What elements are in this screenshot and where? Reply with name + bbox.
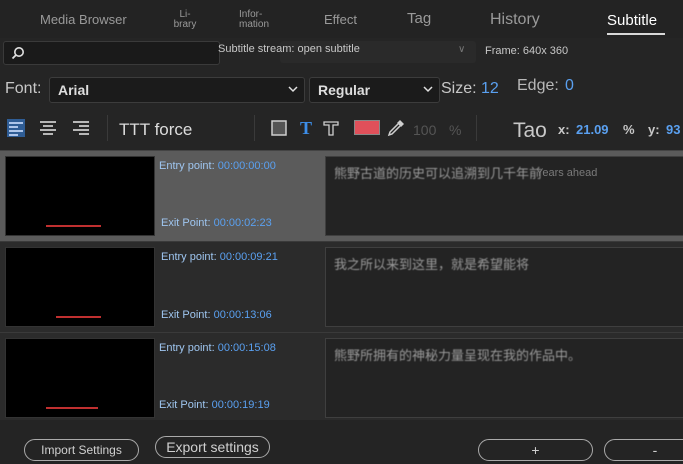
search-input[interactable] xyxy=(3,41,220,65)
tab-media-browser[interactable]: Media Browser xyxy=(40,12,127,27)
edge-label: Edge: xyxy=(517,77,559,94)
eyedropper-icon[interactable] xyxy=(386,118,406,138)
video-thumbnail xyxy=(5,247,155,327)
font-style-value: Regular xyxy=(318,82,371,98)
video-thumbnail xyxy=(5,338,155,418)
exit-point[interactable]: Exit Point: 00:00:02:23 xyxy=(161,217,272,229)
y-label: y: xyxy=(648,122,660,137)
chevron-down-icon xyxy=(288,86,298,93)
font-style-select[interactable]: Regular xyxy=(309,77,440,103)
subtitle-stream-label: Subtitle stream: open subtitle xyxy=(218,43,360,55)
text-color-icon[interactable]: T xyxy=(296,118,316,138)
exit-point[interactable]: Exit Point: 00:00:19:19 xyxy=(159,399,270,411)
entry-point[interactable]: Entry point: 00:00:00:00 xyxy=(159,160,276,172)
subtitle-hint: Years ahead xyxy=(536,167,598,179)
entry-point[interactable]: Entry point: 00:00:15:08 xyxy=(159,342,276,354)
font-family-value: Arial xyxy=(58,82,90,98)
video-thumbnail xyxy=(5,156,155,236)
align-center-icon[interactable] xyxy=(38,118,58,138)
entry-point[interactable]: Entry point: 00:00:09:21 xyxy=(161,251,278,263)
tao-label: Tao xyxy=(513,119,547,142)
subtitle-text-field[interactable]: 我之所以来到这里，就是希望能将 xyxy=(325,247,683,327)
thumbnail-caption xyxy=(46,407,98,409)
font-label: Font: xyxy=(5,80,42,97)
active-tab-indicator xyxy=(607,33,665,35)
toolbar-divider xyxy=(254,115,255,141)
subtitle-text-field[interactable]: 熊野所拥有的神秘力量呈现在我的作品中。 xyxy=(325,338,683,418)
y-position-value[interactable]: 93 xyxy=(666,122,680,137)
opacity-unit: % xyxy=(449,122,462,138)
x-label: x: xyxy=(558,122,570,137)
size-label: Size: xyxy=(441,80,477,97)
tab-tag[interactable]: Tag xyxy=(407,10,431,27)
frame-size-label: Frame: 640x 360 xyxy=(485,45,569,57)
import-settings-button[interactable]: Import Settings xyxy=(24,439,139,461)
subtitle-row[interactable]: Entry point: 00:00:15:08 Exit Point: 00:… xyxy=(0,333,683,423)
text-force-label[interactable]: TTT force xyxy=(119,120,192,140)
background-box-icon[interactable] xyxy=(269,118,289,138)
export-settings-button[interactable]: Export settings xyxy=(155,436,270,458)
font-family-select[interactable]: Arial xyxy=(49,77,305,103)
tab-history[interactable]: History xyxy=(490,11,540,29)
svg-text:T: T xyxy=(300,118,312,138)
toolbar-divider xyxy=(107,115,108,141)
thumbnail-caption xyxy=(46,225,101,227)
size-value[interactable]: 12 xyxy=(481,80,499,98)
subtitle-row[interactable]: Entry point: 00:00:00:00 Exit Point: 00:… xyxy=(0,151,683,241)
exit-point[interactable]: Exit Point: 00:00:13:06 xyxy=(161,309,272,321)
tab-bar: Media Browser Li- brary Infor- mation Ef… xyxy=(0,0,683,38)
color-swatch[interactable] xyxy=(354,120,380,135)
tab-library[interactable]: Li- brary xyxy=(173,10,197,30)
thumbnail-caption xyxy=(56,316,101,318)
opacity-value[interactable]: 100 xyxy=(413,122,436,138)
align-right-icon[interactable] xyxy=(71,118,91,138)
x-unit: % xyxy=(623,122,635,137)
add-subtitle-button[interactable]: + xyxy=(478,439,593,461)
align-left-icon[interactable] xyxy=(6,118,26,138)
subtitle-text: 熊野古道的历史可以追溯到几千年前 xyxy=(334,166,543,181)
tab-information[interactable]: Infor- mation xyxy=(239,10,269,30)
x-position-value[interactable]: 21.09 xyxy=(576,122,609,137)
subtitle-text: 我之所以来到这里，就是希望能将 xyxy=(334,257,530,272)
chevron-down-icon: ∨ xyxy=(458,44,466,55)
tab-effect[interactable]: Effect xyxy=(324,12,357,27)
chevron-down-icon xyxy=(423,86,433,93)
subtitle-text-field[interactable]: 熊野古道的历史可以追溯到几千年前 Years ahead xyxy=(325,156,683,236)
tab-subtitle[interactable]: Subtitle xyxy=(607,12,657,29)
subtitle-list: Entry point: 00:00:00:00 Exit Point: 00:… xyxy=(0,150,683,421)
text-outline-icon[interactable] xyxy=(321,118,341,138)
toolbar-divider xyxy=(476,115,477,141)
subtitle-text: 熊野所拥有的神秘力量呈现在我的作品中。 xyxy=(334,348,582,363)
search-icon xyxy=(11,47,24,60)
subtitle-row[interactable]: Entry point: 00:00:09:21 Exit Point: 00:… xyxy=(0,242,683,332)
edge-value[interactable]: 0 xyxy=(565,77,574,95)
remove-subtitle-button[interactable]: - xyxy=(604,439,683,461)
